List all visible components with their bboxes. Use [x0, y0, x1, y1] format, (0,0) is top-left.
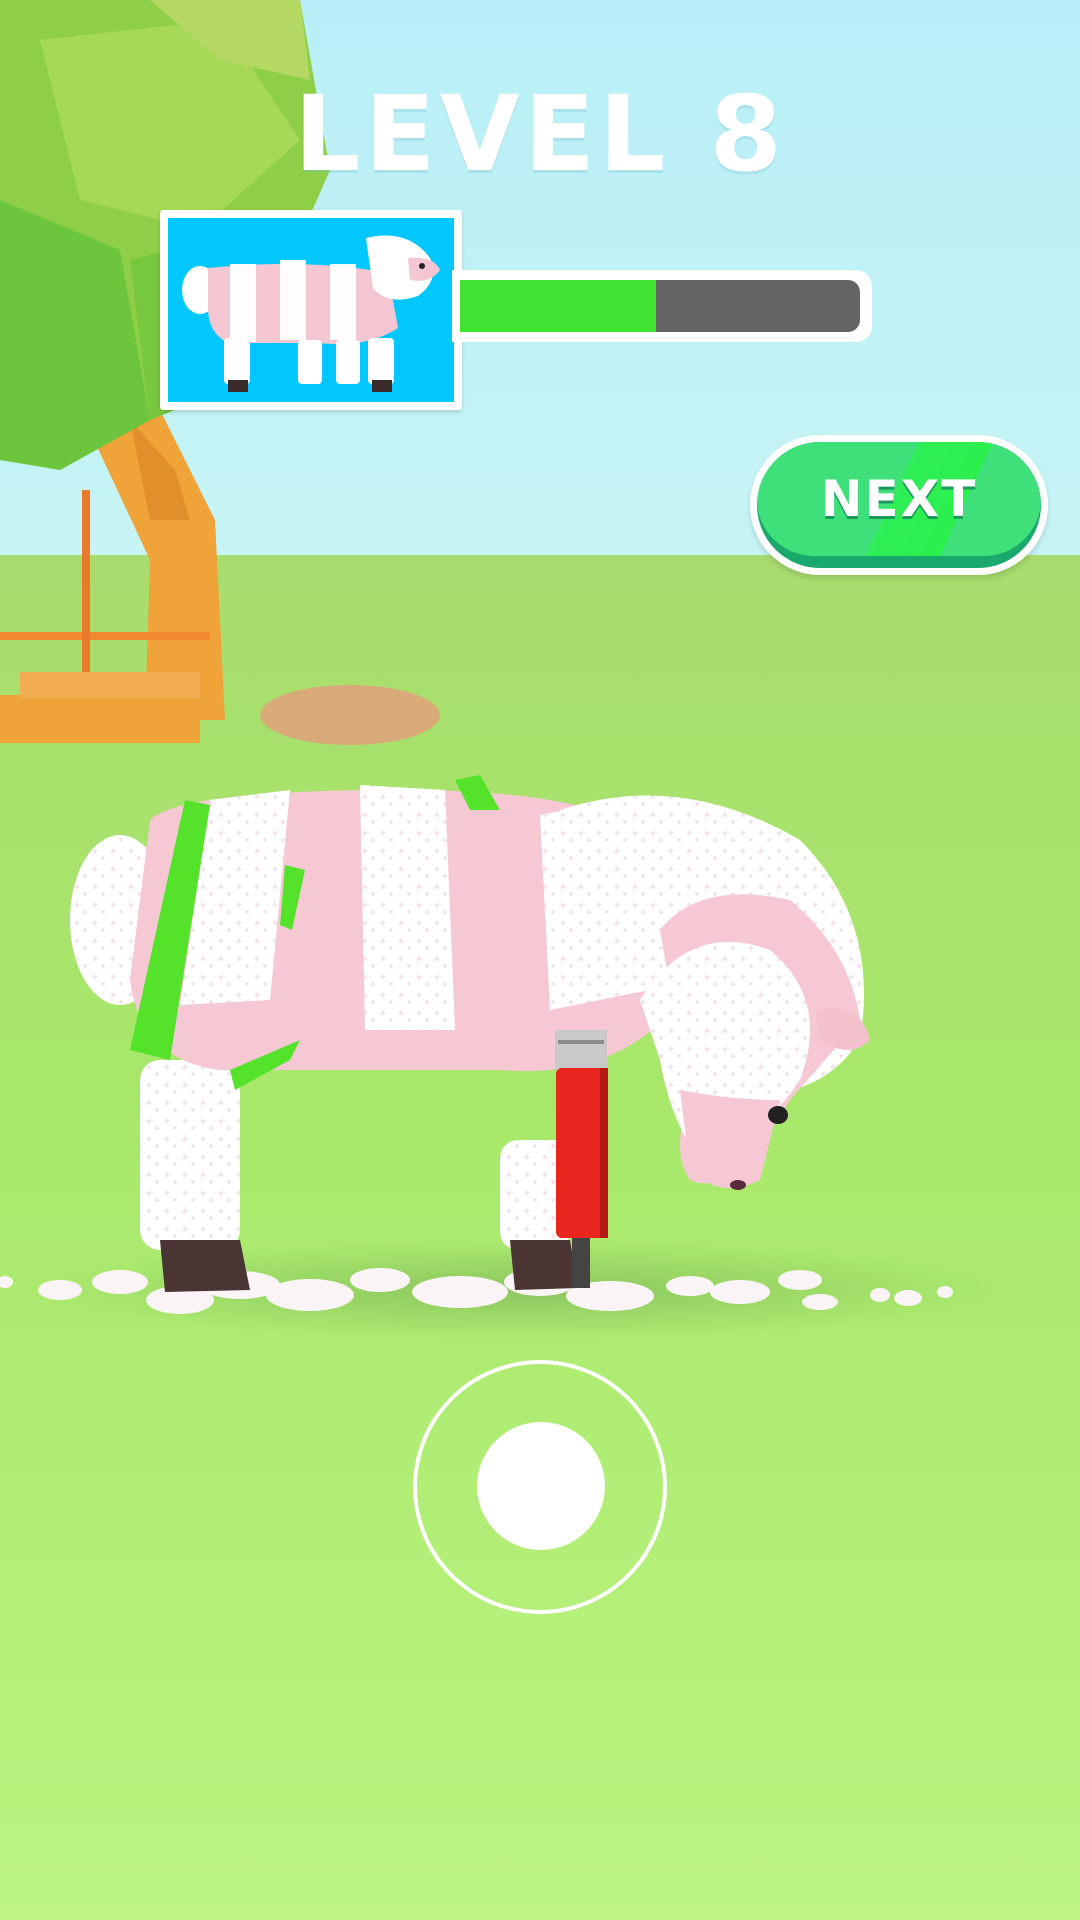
rock [260, 685, 440, 745]
next-button-label: NEXT [820, 470, 978, 528]
next-button[interactable]: NEXT [750, 435, 1048, 575]
level-progress-bar [452, 270, 872, 342]
goal-preview-background [168, 218, 454, 402]
progress-fill [460, 280, 656, 332]
sheep-goal-pattern-icon [182, 235, 440, 392]
joystick-knob-icon[interactable] [477, 1422, 605, 1550]
progress-track [460, 280, 860, 332]
goal-preview-card [160, 210, 462, 410]
level-title: LEVEL 8 [294, 73, 786, 195]
